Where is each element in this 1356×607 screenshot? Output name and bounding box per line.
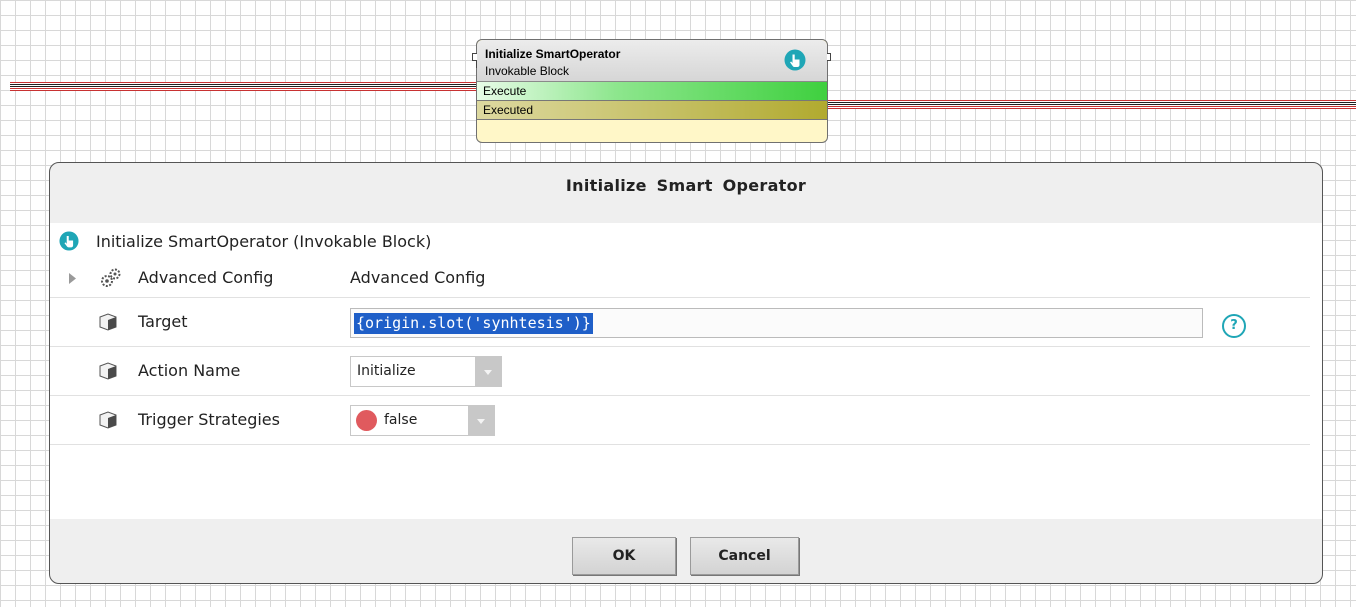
trigger-strategies-label: Trigger Strategies	[138, 410, 280, 429]
row-target: Target {origin.slot('synhtesis')} ?	[50, 298, 1310, 347]
trigger-strategies-select[interactable]: false	[350, 405, 495, 436]
target-input[interactable]: {origin.slot('synhtesis')}	[350, 308, 1203, 338]
hand-pointer-icon	[59, 231, 79, 251]
link-line-right	[828, 100, 1356, 109]
false-status-dot	[356, 410, 377, 431]
action-name-label: Action Name	[138, 361, 241, 380]
cube-icon	[99, 362, 117, 380]
row-trigger-strategies: Trigger Strategies false	[50, 396, 1310, 445]
chevron-down-icon[interactable]	[468, 406, 494, 435]
block-title: Initialize SmartOperator	[485, 47, 621, 61]
action-name-value: Initialize	[357, 363, 416, 379]
dialog-title: Initialize Smart Operator	[565, 176, 807, 195]
property-sheet: Initialize SmartOperator (Invokable Bloc…	[50, 223, 1322, 519]
advanced-config-value: Advanced Config	[350, 268, 486, 287]
question-circle-icon[interactable]: ?	[1222, 314, 1246, 338]
target-value: {origin.slot('synhtesis')}	[354, 313, 593, 334]
expand-arrow-icon[interactable]	[68, 273, 77, 284]
row-advanced-config[interactable]: Advanced Config Advanced Config	[50, 259, 1310, 298]
slot-execute[interactable]: Execute	[477, 82, 827, 101]
trigger-strategies-value: false	[384, 412, 418, 428]
target-label: Target	[138, 312, 188, 331]
advanced-config-label: Advanced Config	[138, 268, 274, 287]
gears-icon	[101, 268, 121, 287]
ok-button[interactable]: OK	[572, 537, 676, 575]
property-dialog: Initialize Smart Operator Initialize Sma…	[49, 162, 1323, 584]
link-line-left	[10, 82, 476, 91]
smart-operator-block[interactable]: Initialize SmartOperator Invokable Block…	[472, 39, 831, 143]
cancel-button[interactable]: Cancel	[690, 537, 799, 575]
property-sheet-header: Initialize SmartOperator (Invokable Bloc…	[50, 223, 1310, 259]
cube-icon	[99, 313, 117, 331]
component-label: Initialize SmartOperator (Invokable Bloc…	[96, 232, 432, 251]
hand-pointer-icon	[784, 49, 806, 71]
block-subtitle: Invokable Block	[485, 64, 570, 78]
action-name-select[interactable]: Initialize	[350, 356, 502, 387]
cube-icon	[99, 411, 117, 429]
row-action-name: Action Name Initialize	[50, 347, 1310, 396]
block-header: Initialize SmartOperator Invokable Block	[477, 40, 827, 82]
slot-executed[interactable]: Executed	[477, 101, 827, 120]
chevron-down-icon[interactable]	[475, 357, 501, 386]
